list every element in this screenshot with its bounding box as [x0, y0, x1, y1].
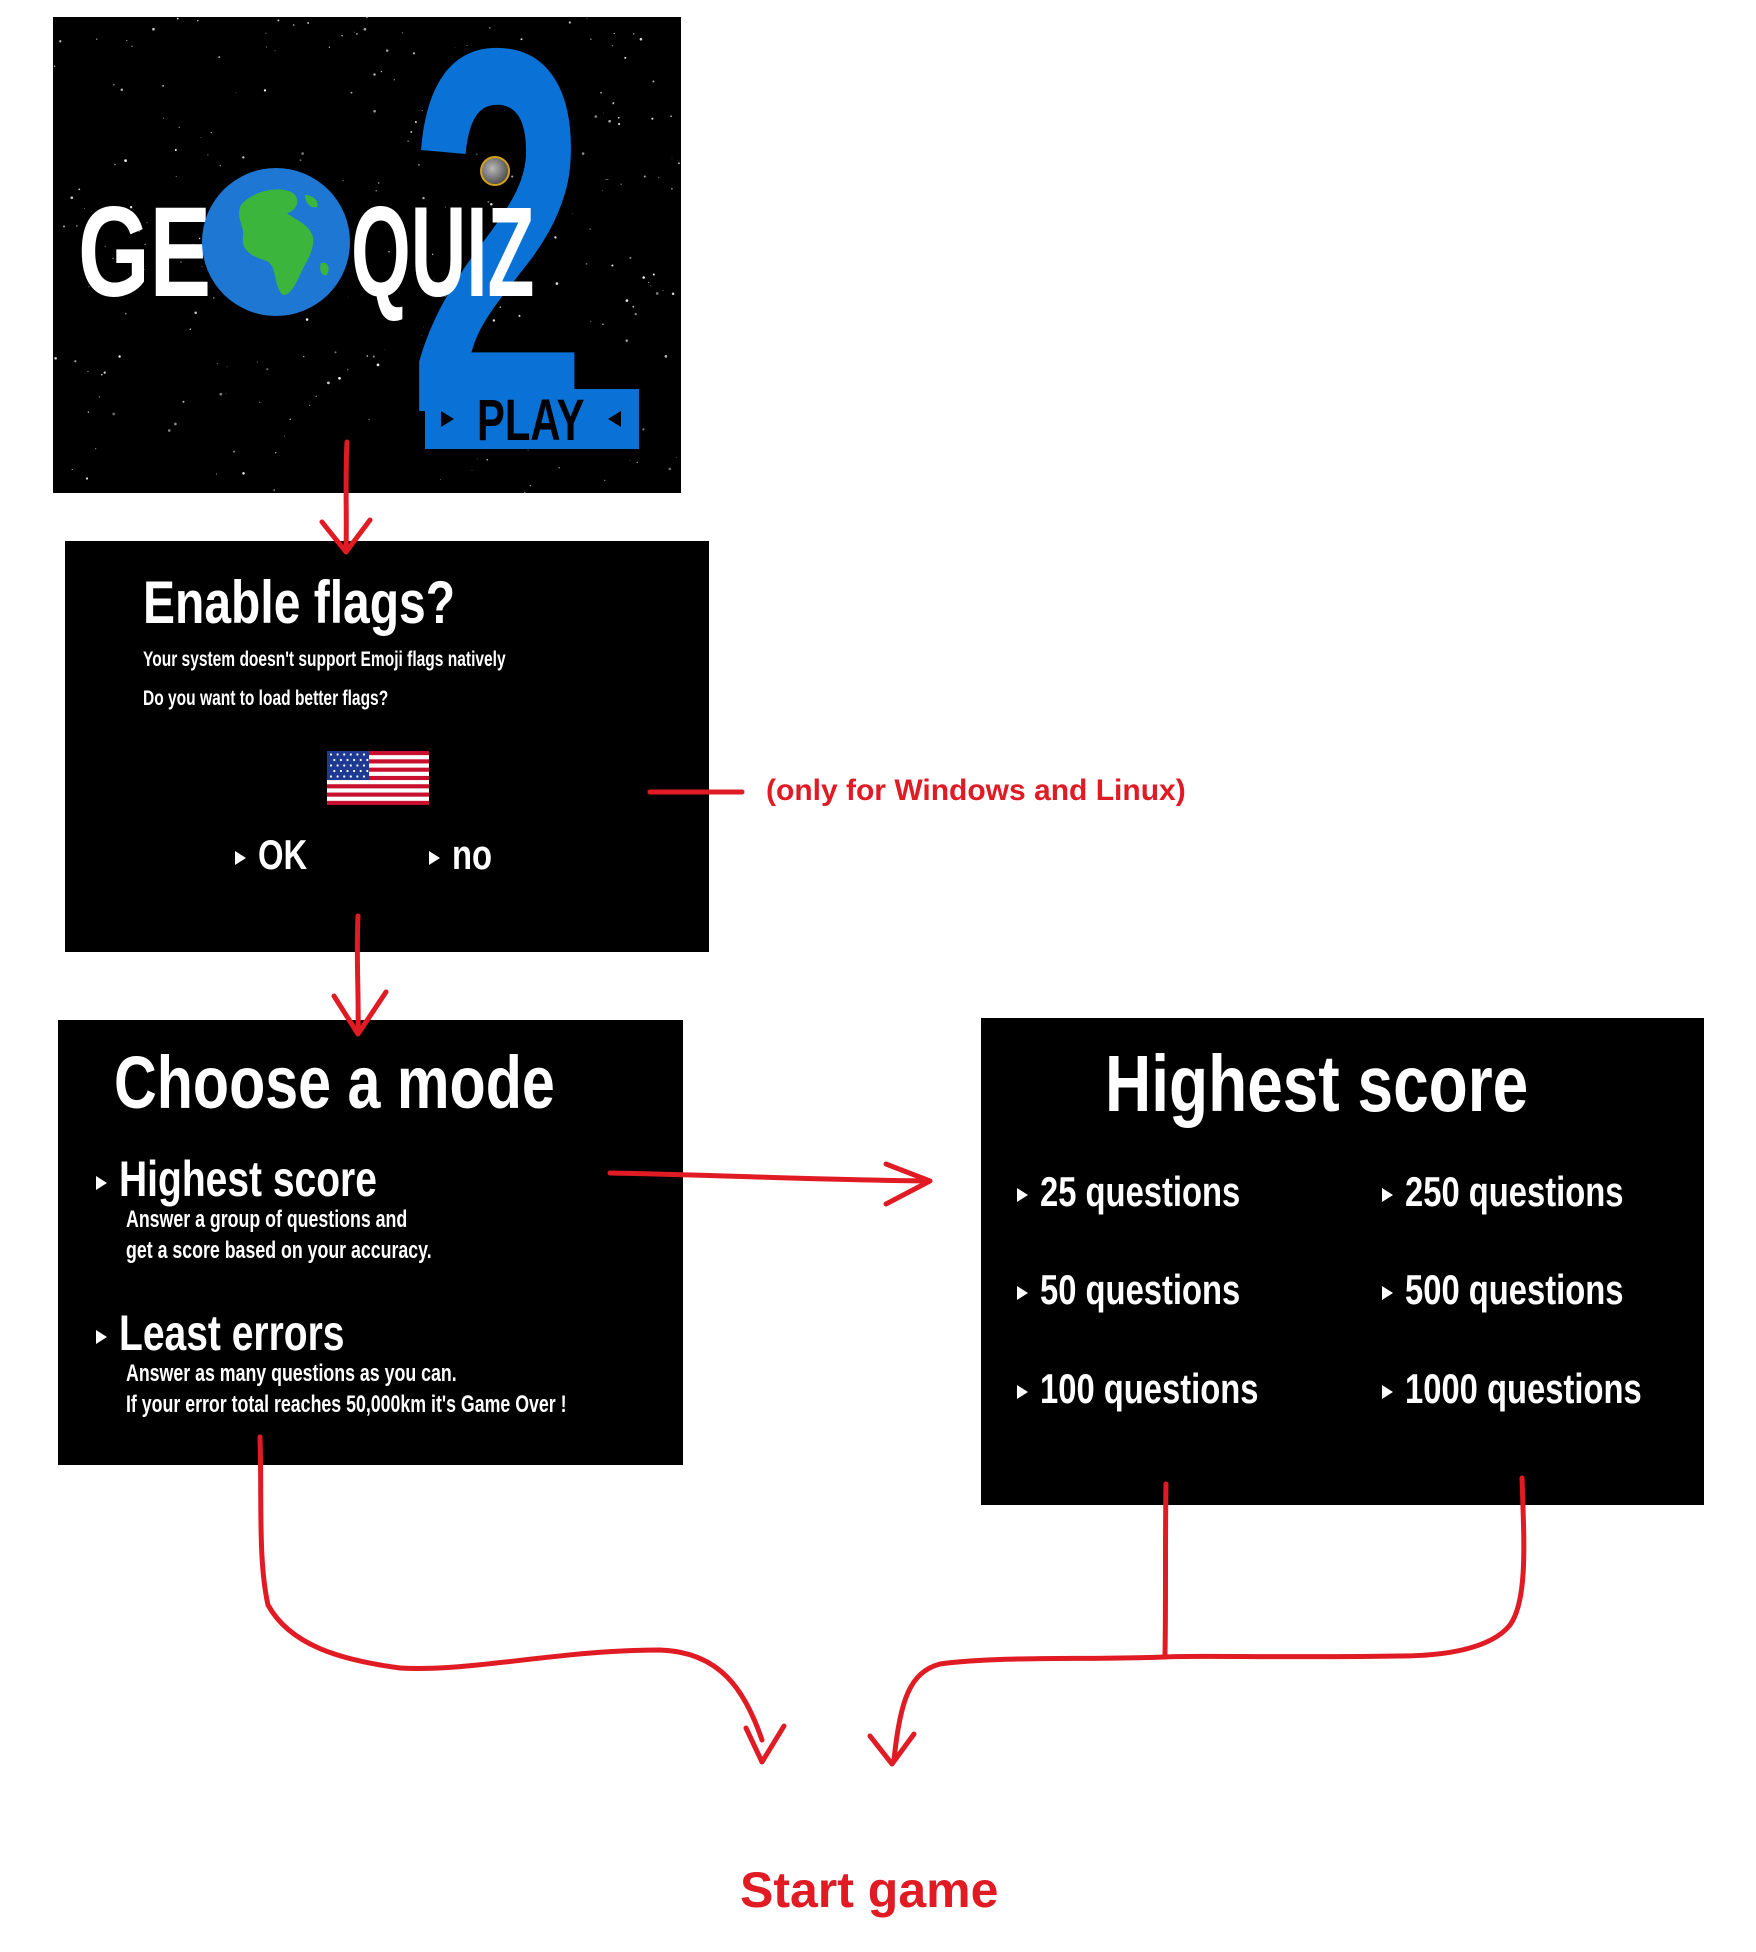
- arrowhead-mode-to-score: [883, 1161, 933, 1207]
- arrow-mode-to-score: [607, 1170, 931, 1184]
- platform-note: (only for Windows and Linux): [766, 774, 1186, 807]
- arrow-least-errors-to-start: [257, 1434, 765, 1743]
- flow-arrows: [257, 439, 1527, 1767]
- arrow-flags-to-mode: [354, 913, 361, 1035]
- arrow-score-to-start: [891, 1654, 1168, 1763]
- arrow-score-right-branch: [1162, 1475, 1527, 1660]
- arrow-title-to-flags: [343, 439, 350, 553]
- start-game-label: Start game: [740, 1862, 999, 1918]
- arrow-score-left-branch: [1162, 1481, 1169, 1657]
- arrowhead-least-errors-to-start: [743, 1723, 787, 1765]
